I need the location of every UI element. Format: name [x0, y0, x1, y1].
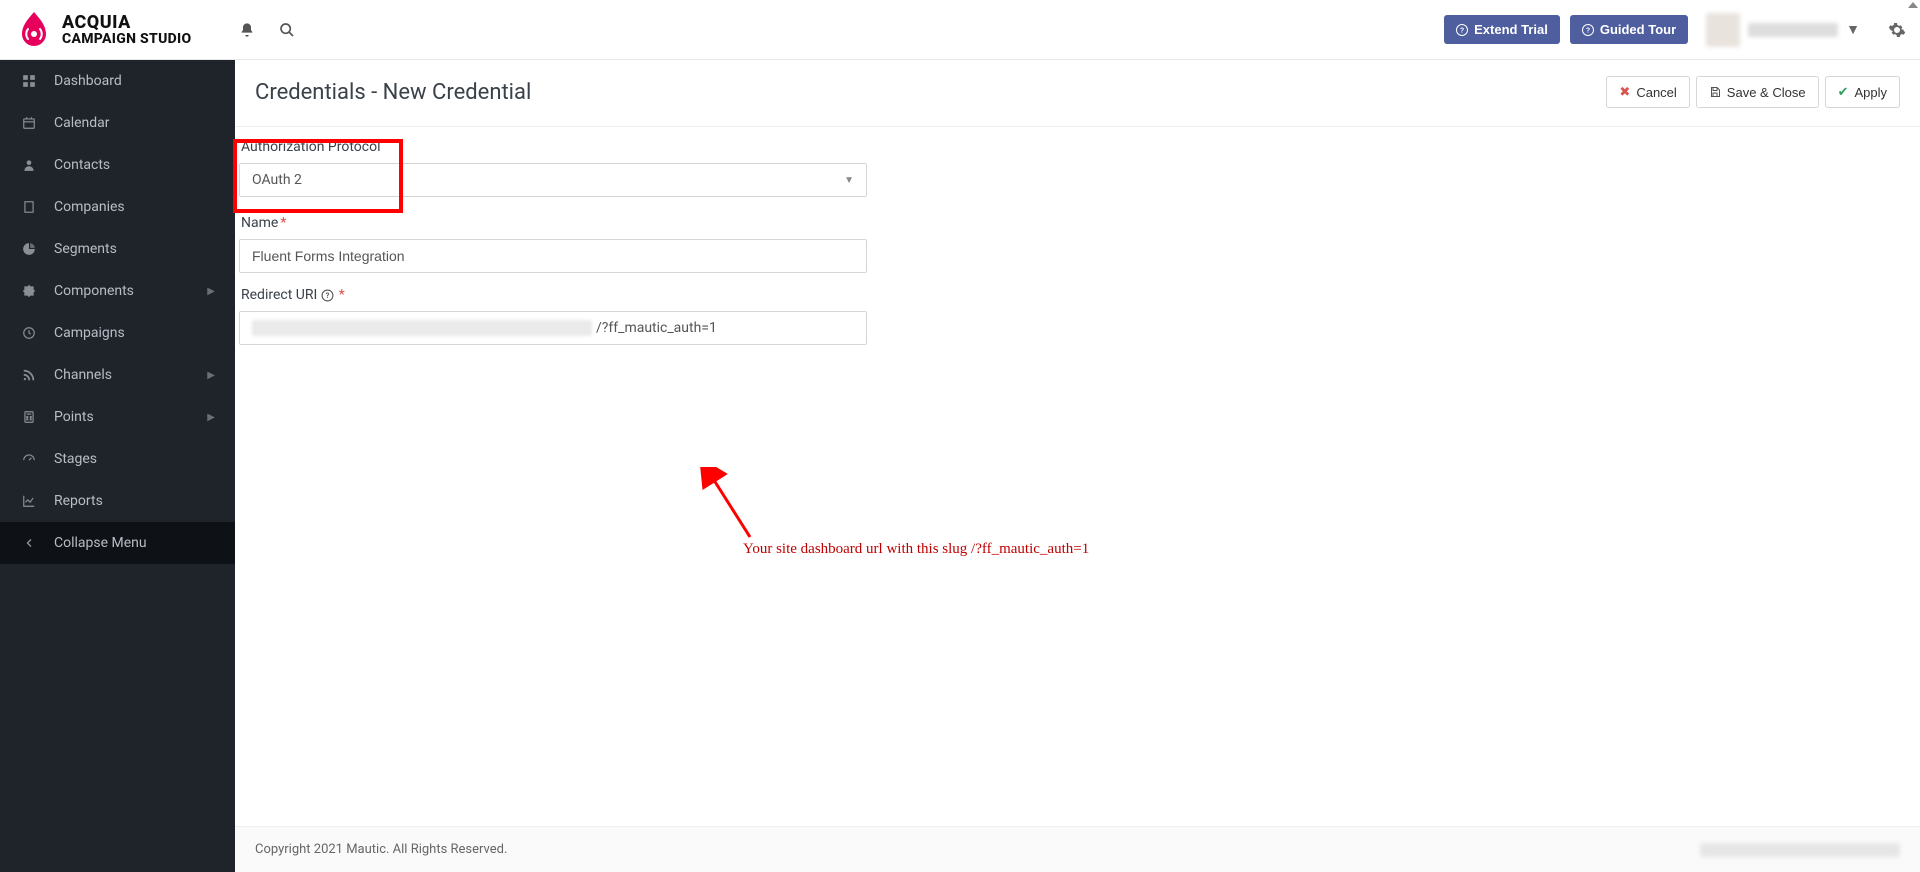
rss-icon — [20, 368, 38, 382]
sidebar-item-contacts[interactable]: Contacts — [0, 144, 235, 186]
sidebar-item-dashboard[interactable]: Dashboard — [0, 60, 235, 102]
extend-trial-label: Extend Trial — [1474, 22, 1548, 37]
chevron-left-icon — [20, 537, 38, 549]
extend-trial-button[interactable]: ? Extend Trial — [1444, 15, 1560, 44]
clock-icon — [20, 326, 38, 340]
sidebar-item-label: Dashboard — [54, 73, 215, 89]
sidebar-item-label: Stages — [54, 451, 215, 467]
svg-text:?: ? — [1460, 27, 1464, 34]
sidebar-item-calendar[interactable]: Calendar — [0, 102, 235, 144]
gauge-icon — [20, 452, 38, 466]
user-icon — [20, 158, 38, 172]
auth-protocol-select[interactable]: OAuth 2 ▼ — [239, 163, 867, 197]
question-icon: ? — [1582, 24, 1594, 36]
sidebar-item-label: Segments — [54, 241, 215, 257]
sidebar-item-stages[interactable]: Stages — [0, 438, 235, 480]
sidebar-item-components[interactable]: Components▶ — [0, 270, 235, 312]
help-icon[interactable]: ? — [321, 288, 337, 302]
sidebar-item-label: Companies — [54, 199, 215, 215]
sidebar-item-channels[interactable]: Channels▶ — [0, 354, 235, 396]
logo-mark-icon — [14, 10, 54, 50]
puzzle-icon — [20, 284, 38, 298]
page-header: Credentials - New Credential ✖ Cancel Sa… — [235, 60, 1920, 127]
piechart-icon — [20, 242, 38, 256]
chevron-right-icon: ▶ — [207, 412, 215, 423]
close-icon: ✖ — [1619, 84, 1630, 100]
svg-text:?: ? — [1586, 27, 1590, 34]
apply-label: Apply — [1854, 85, 1887, 100]
gear-icon[interactable] — [1888, 21, 1906, 39]
guided-tour-label: Guided Tour — [1600, 22, 1676, 37]
calendar-icon — [20, 116, 38, 130]
auth-protocol-value: OAuth 2 — [252, 172, 302, 188]
cancel-label: Cancel — [1636, 85, 1676, 100]
save-close-label: Save & Close — [1727, 85, 1806, 100]
sidebar-item-campaigns[interactable]: Campaigns — [0, 312, 235, 354]
question-icon: ? — [1456, 24, 1468, 36]
sidebar-item-label: Contacts — [54, 157, 215, 173]
brand-logo[interactable]: ACQUIA CAMPAIGN STUDIO — [14, 10, 191, 50]
main-content: Credentials - New Credential ✖ Cancel Sa… — [235, 60, 1920, 872]
redirect-uri-redacted — [252, 320, 592, 336]
building-icon — [20, 200, 38, 214]
chevron-right-icon: ▶ — [207, 370, 215, 381]
sidebar-item-label: Points — [54, 409, 207, 425]
collapse-label: Collapse Menu — [54, 535, 215, 551]
top-header: ACQUIA CAMPAIGN STUDIO ? Extend Trial ? … — [0, 0, 1920, 60]
chevron-right-icon: ▶ — [207, 286, 215, 297]
footer: Copyright 2021 Mautic. All Rights Reserv… — [235, 826, 1920, 872]
svg-text:?: ? — [326, 292, 330, 301]
chevron-down-icon: ▼ — [1846, 21, 1860, 38]
footer-redacted — [1700, 843, 1900, 857]
sidebar-item-companies[interactable]: Companies — [0, 186, 235, 228]
guided-tour-button[interactable]: ? Guided Tour — [1570, 15, 1688, 44]
auth-protocol-label: Authorization Protocol — [237, 139, 1900, 155]
sidebar: Dashboard Calendar Contacts Companies Segmen… — [0, 60, 235, 872]
chevron-down-icon: ▼ — [844, 175, 854, 186]
notifications-icon[interactable] — [239, 22, 255, 38]
chart-icon — [20, 494, 38, 508]
page-title: Credentials - New Credential — [255, 80, 531, 105]
footer-copyright: Copyright 2021 Mautic. All Rights Reserv… — [255, 842, 507, 857]
annotation-arrow — [700, 467, 760, 547]
brand-text-top: ACQUIA — [62, 14, 191, 32]
name-input[interactable] — [239, 239, 867, 273]
sidebar-item-label: Components — [54, 283, 207, 299]
redirect-uri-suffix: /?ff_mautic_auth=1 — [596, 320, 717, 336]
sidebar-item-label: Channels — [54, 367, 207, 383]
save-close-button[interactable]: Save & Close — [1696, 76, 1819, 108]
apply-button[interactable]: ✔ Apply — [1825, 76, 1900, 108]
dashboard-icon — [20, 74, 38, 88]
sidebar-item-points[interactable]: Points▶ — [0, 396, 235, 438]
redirect-uri-label: Redirect URI ? * — [237, 287, 1900, 303]
redirect-uri-input[interactable]: /?ff_mautic_auth=1 — [239, 311, 867, 345]
sidebar-item-label: Reports — [54, 493, 215, 509]
username-redacted — [1748, 23, 1838, 37]
scroll-up-indicator — [1906, 0, 1920, 60]
search-icon[interactable] — [279, 22, 295, 38]
save-icon — [1709, 86, 1721, 98]
check-icon: ✔ — [1838, 84, 1849, 100]
avatar — [1706, 13, 1740, 47]
name-label: Name* — [237, 215, 1900, 231]
sidebar-item-segments[interactable]: Segments — [0, 228, 235, 270]
sidebar-item-label: Campaigns — [54, 325, 215, 341]
user-menu[interactable]: ▼ — [1698, 9, 1868, 51]
cancel-button[interactable]: ✖ Cancel — [1606, 76, 1689, 108]
sidebar-item-reports[interactable]: Reports — [0, 480, 235, 522]
annotation-text: Your site dashboard url with this slug /… — [743, 541, 1089, 558]
collapse-menu[interactable]: Collapse Menu — [0, 522, 235, 564]
sidebar-item-label: Calendar — [54, 115, 215, 131]
calc-icon — [20, 410, 38, 424]
brand-text-bottom: CAMPAIGN STUDIO — [62, 32, 191, 46]
